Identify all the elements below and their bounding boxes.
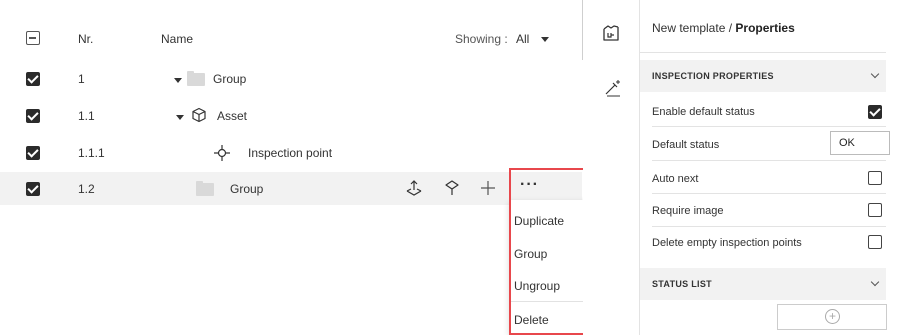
chevron-down-icon[interactable] xyxy=(870,277,880,287)
menu-item-label: Group xyxy=(514,247,548,261)
chevron-down-icon[interactable] xyxy=(870,69,880,79)
folder-icon xyxy=(187,71,205,86)
showing-label: Showing : xyxy=(455,32,508,46)
plus-icon[interactable] xyxy=(480,180,496,196)
row-name: Group xyxy=(213,72,247,86)
row-nr: 1 xyxy=(78,72,85,86)
status-list-section[interactable]: STATUS LIST xyxy=(640,268,886,300)
row-divider xyxy=(652,226,886,227)
add-asset-icon[interactable] xyxy=(443,179,461,197)
auto-next-checkbox[interactable] xyxy=(868,171,882,185)
row-divider xyxy=(652,193,886,194)
expand-caret-icon[interactable] xyxy=(176,115,184,120)
delete-empty-checkbox[interactable] xyxy=(868,235,882,249)
showing-filter-value: All xyxy=(516,32,530,46)
row-checkbox[interactable] xyxy=(26,182,40,196)
breadcrumb-separator: / xyxy=(728,21,733,35)
default-status-select[interactable]: OK xyxy=(830,131,890,155)
properties-panel: New template / Properties INSPECTION PRO… xyxy=(640,0,906,335)
row-nr: 1.1 xyxy=(78,109,95,123)
default-status-label: Default status xyxy=(652,139,720,151)
inspection-point-icon xyxy=(214,145,230,161)
breadcrumb-current: Properties xyxy=(735,21,795,35)
edit-wand-icon[interactable] xyxy=(603,78,623,98)
auto-next-label: Auto next xyxy=(652,173,699,185)
chevron-down-icon xyxy=(541,37,549,42)
tree-row-1-1-1[interactable]: 1.1.1 Inspection point xyxy=(0,136,582,169)
require-image-checkbox[interactable] xyxy=(868,203,882,217)
tree-row-1-2[interactable]: 1.2 Group ··· xyxy=(0,172,582,205)
tree-row-1-1[interactable]: 1.1 Asset xyxy=(0,99,582,132)
enable-default-status-checkbox[interactable] xyxy=(868,105,882,119)
row-name: Asset xyxy=(217,109,248,123)
tree-row-1[interactable]: 1 Group xyxy=(0,62,582,95)
menu-item-label: Ungroup xyxy=(514,279,561,293)
row-divider xyxy=(652,160,886,161)
asset-cube-icon xyxy=(192,107,206,123)
template-view-icon[interactable] xyxy=(602,24,620,42)
showing-filter-dropdown[interactable]: All xyxy=(516,32,552,46)
section-label: STATUS LIST xyxy=(652,279,712,289)
expand-caret-icon[interactable] xyxy=(174,78,182,83)
folder-icon xyxy=(196,181,214,196)
row-nr: 1.1.1 xyxy=(78,146,105,160)
breadcrumb-template[interactable]: New template xyxy=(652,21,725,35)
more-options-icon[interactable]: ··· xyxy=(520,176,539,194)
title-divider xyxy=(640,52,886,53)
row-name: Group xyxy=(230,182,264,196)
nr-column-header: Nr. xyxy=(78,32,94,46)
section-label: INSPECTION PROPERTIES xyxy=(652,71,774,81)
name-column-header: Name xyxy=(161,32,194,46)
inspection-properties-section[interactable]: INSPECTION PROPERTIES xyxy=(640,60,886,92)
select-all-checkbox[interactable] xyxy=(26,31,40,45)
row-checkbox[interactable] xyxy=(26,109,40,123)
menu-item-label: Delete xyxy=(514,313,549,327)
row-checkbox[interactable] xyxy=(26,146,40,160)
tree-panel: Nr. Name Showing : All 1 Group 1.1 Asset… xyxy=(0,0,582,335)
default-status-value: OK xyxy=(839,137,855,149)
view-icon-strip xyxy=(583,0,639,335)
add-status-button[interactable]: + xyxy=(777,304,887,330)
row-divider xyxy=(652,126,886,127)
add-inspection-point-icon[interactable] xyxy=(405,179,423,197)
menu-item-label: Duplicate xyxy=(514,214,565,228)
add-circle-icon: + xyxy=(825,309,840,324)
row-checkbox[interactable] xyxy=(26,72,40,86)
require-image-label: Require image xyxy=(652,205,724,217)
enable-default-status-label: Enable default status xyxy=(652,106,755,118)
row-nr: 1.2 xyxy=(78,182,95,196)
properties-breadcrumb: New template / Properties xyxy=(652,21,795,35)
row-name: Inspection point xyxy=(248,146,333,160)
delete-empty-label: Delete empty inspection points xyxy=(652,237,802,249)
tree-header: Nr. Name Showing : All xyxy=(0,20,582,56)
